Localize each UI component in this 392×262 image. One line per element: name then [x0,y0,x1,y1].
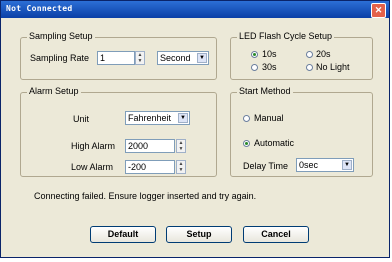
start-method-legend: Start Method [237,86,293,96]
dialog-window: Not Connected ✕ Sampling Setup Sampling … [0,0,390,258]
start-manual-label: Manual [254,113,284,123]
chevron-down-icon[interactable]: ▼ [178,113,188,123]
sampling-rate-input[interactable]: 1 [97,51,135,65]
high-alarm-input[interactable]: 2000 [125,139,175,153]
alarm-setup-group: Alarm Setup Unit Fahrenheit ▼ High Alarm… [20,86,217,177]
start-radio-manual[interactable] [243,115,250,122]
start-automatic-label: Automatic [254,138,295,148]
title-bar[interactable]: Not Connected ✕ [1,1,389,18]
led-flash-legend: LED Flash Cycle Setup [237,31,335,41]
close-icon[interactable]: ✕ [371,3,386,18]
high-alarm-spinner[interactable]: ▲ ▼ [176,139,186,153]
delay-time-value: 0sec [299,160,319,170]
led-option-no-light: No Light [316,62,350,72]
low-alarm-label: Low Alarm [71,162,114,172]
led-option-20s: 20s [316,49,331,59]
window-title: Not Connected [6,4,73,13]
led-radio-10s[interactable] [251,51,258,58]
sampling-rate-spinner[interactable]: ▲ ▼ [135,51,145,65]
setup-button[interactable]: Setup [166,226,232,243]
start-method-group: Start Method Manual Automatic Delay Time… [230,86,373,177]
alarm-unit-value: Fahrenheit [128,113,172,123]
low-alarm-input[interactable]: -200 [125,160,175,174]
cancel-button[interactable]: Cancel [243,226,309,243]
led-option-30s: 30s [262,62,277,72]
alarm-unit-select[interactable]: Fahrenheit ▼ [125,111,190,125]
sampling-unit-value: Second [160,53,191,63]
led-radio-no-light[interactable] [306,64,313,71]
sampling-unit-select[interactable]: Second ▼ [157,51,209,65]
chevron-down-icon[interactable]: ▼ [342,160,352,170]
low-alarm-spinner[interactable]: ▲ ▼ [176,160,186,174]
delay-time-select[interactable]: 0sec ▼ [296,158,354,172]
sampling-setup-legend: Sampling Setup [27,31,95,41]
delay-time-label: Delay Time [243,161,289,171]
led-option-10s: 10s [262,49,277,59]
alarm-unit-label: Unit [73,114,90,124]
chevron-down-icon[interactable]: ▼ [197,53,207,63]
alarm-setup-legend: Alarm Setup [27,86,81,96]
status-message: Connecting failed. Ensure logger inserte… [34,191,257,201]
led-radio-20s[interactable] [306,51,313,58]
sampling-rate-label: Sampling Rate [30,53,90,63]
led-flash-group: LED Flash Cycle Setup 10s 20s 30s No Lig… [230,31,373,80]
high-alarm-label: High Alarm [71,141,116,151]
default-button[interactable]: Default [90,226,156,243]
led-radio-30s[interactable] [251,64,258,71]
start-radio-automatic[interactable] [243,140,250,147]
sampling-setup-group: Sampling Setup Sampling Rate 1 ▲ ▼ Second… [20,31,217,80]
